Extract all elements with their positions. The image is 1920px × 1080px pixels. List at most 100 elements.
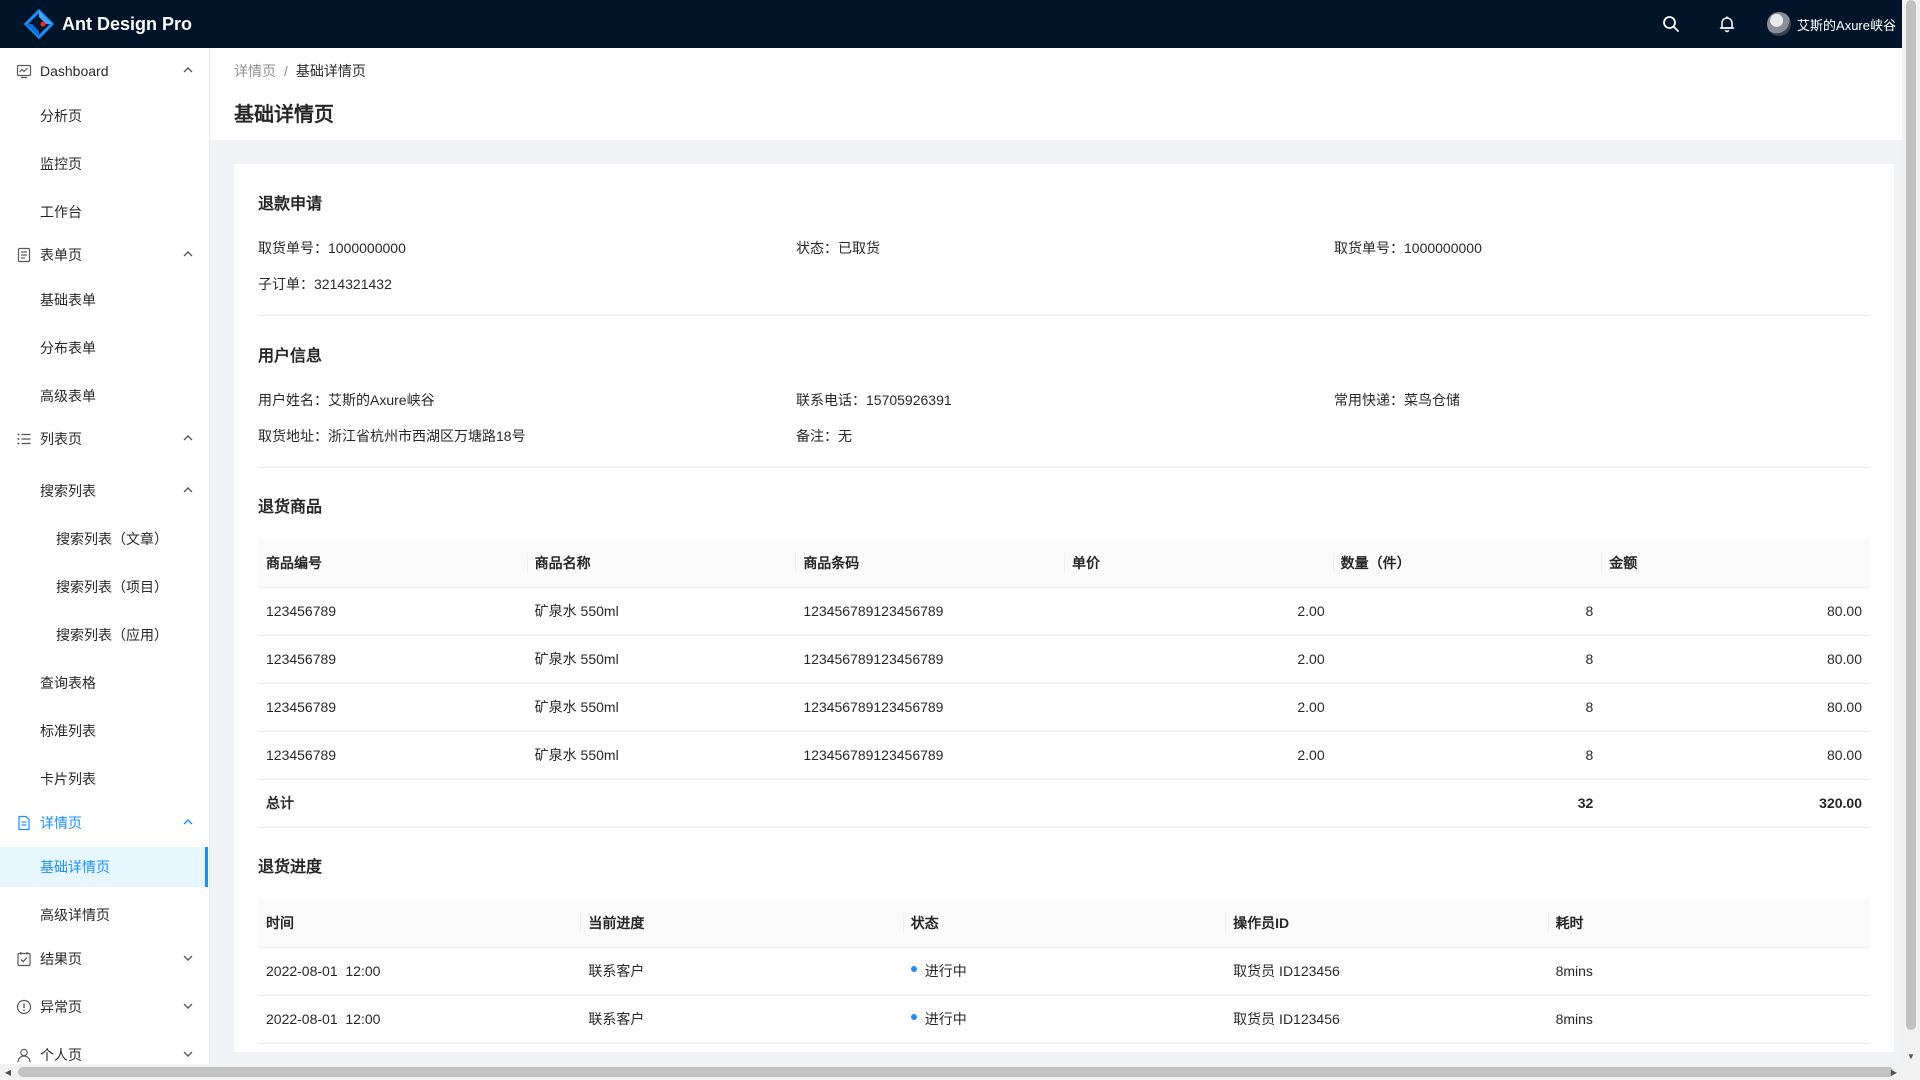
profile-icon: [16, 815, 32, 831]
sidebar-item-advanced-detail[interactable]: 高级详情页: [0, 895, 208, 935]
user-name: 艾斯的Axure峡谷: [1797, 17, 1896, 33]
notification-button[interactable]: [1699, 0, 1755, 48]
scroll-left-arrow-icon[interactable]: ◀: [0, 1064, 16, 1080]
table-cell: 2.00: [1063, 731, 1333, 780]
table-cell: 2.00: [1063, 635, 1333, 684]
dashboard-icon: [16, 63, 32, 79]
avatar: [1767, 12, 1792, 36]
table-cell: 联系客户: [580, 947, 903, 996]
table-cell: 123456789: [258, 587, 527, 636]
chevron-down-icon: [183, 955, 193, 961]
sidebar-group-result[interactable]: 结果页: [0, 939, 208, 979]
vertical-scrollbar[interactable]: ▼: [1902, 0, 1920, 1064]
sidebar-group-form[interactable]: 表单页: [0, 235, 208, 275]
table-row: 2022-08-01 12:00 联系客户 进行中 取货员 ID123456 8…: [258, 947, 1870, 996]
horizontal-scrollbar[interactable]: ◀ ▶: [0, 1064, 1920, 1080]
sidebar-group-exception[interactable]: 异常页: [0, 987, 208, 1027]
table-cell: [795, 779, 1064, 828]
column-header: 时间: [258, 899, 581, 948]
user-menu[interactable]: 艾斯的Axure峡谷: [1755, 12, 1902, 36]
list-icon: [16, 431, 32, 447]
scrollbar-thumb[interactable]: [18, 1067, 1894, 1077]
sidebar-item-basic-list[interactable]: 标准列表: [0, 711, 208, 751]
sidebar-item-monitor[interactable]: 监控页: [0, 144, 208, 184]
breadcrumb-current: 基础详情页: [295, 63, 366, 79]
sidebar-group-label: Dashboard: [40, 63, 109, 79]
table-row: 123456789 矿泉水 550ml 123456789123456789 2…: [258, 635, 1870, 684]
table-header-row: 时间 当前进度 状态 操作员ID 耗时: [258, 899, 1870, 948]
table-row: 2022-08-01 12:00 联系客户 进行中 取货员 ID123456 8…: [258, 995, 1870, 1044]
table-cell: 2022-08-01 12:00: [258, 995, 581, 1044]
sidebar-group-account[interactable]: 个人页: [0, 1035, 208, 1064]
table-cell: 2022-08-01 12:00: [258, 947, 581, 996]
table-cell: 矿泉水 550ml: [526, 635, 796, 684]
column-header: 操作员ID: [1225, 899, 1548, 948]
search-button[interactable]: [1643, 0, 1699, 48]
table-cell: 123456789: [258, 635, 527, 684]
column-header: 金额: [1601, 539, 1870, 588]
desc-value: 1000000000: [328, 240, 406, 256]
table-cell: 80.00: [1601, 683, 1870, 732]
desc-value: 15705926391: [866, 392, 952, 408]
table-cell: 取货员 ID123456: [1225, 995, 1548, 1044]
desc-key: 用户姓名：: [258, 392, 328, 408]
table-cell: 123456789123456789: [795, 635, 1064, 684]
table-cell: 2.00: [1063, 587, 1333, 636]
desc-key: 子订单：: [258, 276, 314, 292]
sidebar-item-basic-detail[interactable]: 基础详情页: [0, 847, 208, 887]
status-text: 进行中: [924, 1011, 967, 1027]
sidebar-group-detail[interactable]: 详情页: [0, 803, 208, 843]
sidebar-item-search-articles[interactable]: 搜索列表（文章）: [0, 519, 208, 559]
scroll-down-arrow-icon[interactable]: ▼: [1902, 1048, 1920, 1064]
desc-key: 联系电话：: [796, 392, 866, 408]
status-dot-icon: [910, 966, 917, 973]
page-header: 详情页 / 基础详情页 基础详情页: [210, 48, 1902, 140]
sidebar-item-table-list[interactable]: 查询表格: [0, 663, 208, 703]
column-header: 耗时: [1547, 899, 1870, 948]
column-header: 数量（件）: [1332, 539, 1602, 588]
sidebar-item-basic-form[interactable]: 基础表单: [0, 280, 208, 320]
table-cell: 2.00: [1063, 683, 1333, 732]
table-cell: 80.00: [1601, 587, 1870, 636]
sidebar-group-label: 详情页: [40, 815, 82, 831]
sidebar-item-search-applications[interactable]: 搜索列表（应用）: [0, 615, 208, 655]
status-cell: 进行中: [902, 947, 1226, 996]
sidebar-item-analysis[interactable]: 分析页: [0, 96, 208, 136]
sidebar-group-label: 结果页: [40, 951, 82, 967]
goods-table: 商品编号 商品名称 商品条码 单价 数量（件） 金额 123456789 矿泉水…: [258, 539, 1870, 828]
sidebar-item-step-form[interactable]: 分布表单: [0, 328, 208, 368]
sidebar-item-search-projects[interactable]: 搜索列表（项目）: [0, 567, 208, 607]
total-quantity: 32: [1332, 779, 1602, 828]
user-remark-field: 备注：无: [796, 426, 852, 446]
scrollbar-thumb[interactable]: [1906, 0, 1916, 1030]
column-header: 单价: [1063, 539, 1333, 588]
user-courier-field: 常用快递：菜鸟仓储: [1334, 390, 1460, 410]
breadcrumb-parent-link[interactable]: 详情页: [234, 63, 276, 79]
desc-key: 取货单号：: [258, 240, 328, 256]
sidebar-group-label: 异常页: [40, 999, 82, 1015]
table-cell: 80.00: [1601, 731, 1870, 780]
sidebar-item-card-list[interactable]: 卡片列表: [0, 759, 208, 799]
sidebar-subgroup-search-list[interactable]: 搜索列表: [0, 471, 208, 511]
app-title: Ant Design Pro: [62, 13, 193, 34]
detail-card: 退款申请 取货单号：1000000000 状态：已取货 取货单号：1000000…: [234, 164, 1894, 1052]
table-row: 123456789 矿泉水 550ml 123456789123456789 2…: [258, 587, 1870, 636]
check-square-icon: [16, 951, 32, 967]
sidebar-item-advanced-form[interactable]: 高级表单: [0, 376, 208, 416]
table-cell: 矿泉水 550ml: [526, 683, 796, 732]
desc-key: 取货单号：: [1334, 240, 1404, 256]
scroll-right-arrow-icon[interactable]: ▶: [1886, 1064, 1902, 1080]
chevron-down-icon: [183, 1003, 193, 1009]
goods-section-title: 退货商品: [258, 499, 323, 516]
desc-key: 取货地址：: [258, 428, 328, 444]
sidebar-item-workplace[interactable]: 工作台: [0, 192, 208, 232]
bell-icon: [1719, 16, 1735, 33]
sidebar-group-list[interactable]: 列表页: [0, 419, 208, 459]
sidebar-group-dashboard[interactable]: Dashboard: [0, 51, 208, 91]
refund-sub-order: 子订单：3214321432: [258, 274, 392, 294]
chevron-up-icon: [183, 487, 193, 493]
refund-status: 状态：已取货: [796, 238, 880, 258]
progress-table: 时间 当前进度 状态 操作员ID 耗时 2022-08-01 12:00 联系客…: [258, 899, 1870, 1044]
divider: [258, 315, 1870, 316]
logo[interactable]: Ant Design Pro: [0, 9, 192, 39]
